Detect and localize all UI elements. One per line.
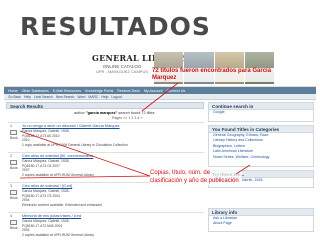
tool-nav: Go Back Help Limit Search New Search Wor… <box>4 94 316 100</box>
tool-new-search[interactable]: New Search <box>56 95 74 99</box>
record-year: 2004 <box>22 228 30 232</box>
logo-campus: UPR - MAYAGUEZ CAMPUS <box>95 69 149 74</box>
record-availability: Electronic content available. Extended a… <box>22 202 102 207</box>
record-author: García Márquez, Gabriel, 1928- <box>22 129 70 133</box>
categories-box: You Found Titles in Categories General G… <box>208 125 314 167</box>
record-availability: 2 copies available at UPR-RUM General Li… <box>22 172 94 177</box>
record-call-number: PQ8180.17.A73 A6 2010 <box>22 133 60 138</box>
tool-help-2[interactable]: Help <box>101 95 108 99</box>
book-icon <box>10 190 17 195</box>
record-title-link[interactable]: Memoria de mis putas tristes / a ed <box>22 214 81 218</box>
nav-item-reserve-desk[interactable]: Reserve Desk <box>117 89 140 93</box>
record-title-link[interactable]: Cien años de soledad (50. conmemorativa <box>22 154 93 158</box>
record-year: 2007 <box>22 168 30 172</box>
nav-item-e-resources[interactable]: E-Mail Resources <box>53 89 81 93</box>
tool-word[interactable]: Word <box>77 95 85 99</box>
nav-item-my-account[interactable]: My Account <box>144 89 163 93</box>
record-author: García Márquez, Gabriel, 1928- <box>22 159 70 163</box>
search-value: "garcia marquez" <box>85 111 118 115</box>
record-call-number: PQ8180.17.A73 C5 2004 <box>22 193 60 198</box>
category-link[interactable]: Nobel Series, Wolfsee, Criminology <box>209 155 313 160</box>
tool-help[interactable]: Help <box>24 95 31 99</box>
tool-limit-search[interactable]: Limit Search <box>34 95 53 99</box>
record-availability: 1 copy available at UPR-RUM General Libr… <box>22 142 128 147</box>
record-author: García Márquez, Gabriel, 1928- <box>22 219 70 223</box>
record-number: 4 <box>10 214 13 218</box>
record-author: García Márquez, Gabriel, 1928- <box>22 189 70 193</box>
nav-item-connect[interactable]: Connect Us <box>166 89 185 93</box>
slide-title: RESULTADOS <box>20 12 211 41</box>
record-call-number: PQ8180.17.A73 C5 2007 <box>22 163 60 168</box>
record-number: 3 <box>10 184 13 188</box>
result-record: 4 Book Memoria de mis putas tristes / a … <box>8 212 204 240</box>
tool-marc[interactable]: MARC <box>88 95 98 99</box>
continue-search-box: Continue search in Google <box>208 102 314 122</box>
nav-item-other-databases[interactable]: Other Databases <box>22 89 49 93</box>
about-page-link[interactable]: About Page <box>209 221 313 226</box>
annotation-results-count: 72 títulos fueron encontrados para Garcí… <box>152 68 278 82</box>
continue-search-heading: Continue search in <box>209 103 313 110</box>
tool-logout[interactable]: Logout <box>111 95 121 99</box>
annotation-record-fields: Copias, título, núm. de clasificación y … <box>150 170 242 185</box>
book-icon <box>10 220 17 225</box>
record-year: 2010 <box>22 138 30 142</box>
nav-item-home[interactable]: Home <box>8 89 18 93</box>
book-icon <box>10 160 17 165</box>
record-format: Book <box>10 166 18 170</box>
google-link[interactable]: Google <box>209 110 313 115</box>
nav-item-knowledge-portal[interactable]: Knowledge Portal <box>85 89 113 93</box>
search-prefix: author <box>74 111 85 115</box>
search-suffix: search found 72 titles <box>118 111 155 115</box>
categories-heading: You Found Titles in Categories <box>209 126 313 133</box>
record-availability: 2 copies available at UPR-RUM General Li… <box>22 232 94 237</box>
main-nav: Home Other Databases E-Mail Resources Kn… <box>4 87 316 94</box>
search-summary: author "garcia marquez" search found 72 … <box>74 111 154 115</box>
record-year: 2004 <box>22 198 30 202</box>
results-header-label: Search Results <box>10 103 44 109</box>
record-format: Book <box>10 136 18 140</box>
library-logo[interactable]: GENERAL LIBRARY ONLINE CATALOG UPR - MAY… <box>92 53 186 83</box>
book-icon <box>10 130 17 135</box>
record-format: Book <box>10 196 18 200</box>
record-call-number: PQ8180.17.A73 M46 2004 <box>22 223 63 228</box>
record-format: Book <box>10 226 18 230</box>
results-header: Search Results <box>6 102 204 109</box>
pager[interactable]: Pages >> 1 2 3 4 > <box>112 116 142 120</box>
result-record: 3 Book Cien años de soledad / [G.ed] Gar… <box>8 182 204 210</box>
record-title-link[interactable]: Yo no vengo a decir un discurso / Gabrie… <box>22 124 120 128</box>
result-record: 1 Book Yo no vengo a decir un discurso /… <box>8 122 204 150</box>
tool-go-back[interactable]: Go Back <box>8 95 21 99</box>
record-number: 2 <box>10 154 13 158</box>
logo-name: GENERAL LIBRARY <box>92 53 186 63</box>
record-number: 1 <box>10 124 13 128</box>
library-info-heading: Library info <box>209 209 313 216</box>
record-title-link[interactable]: Cien años de soledad / [G.ed] <box>22 184 72 188</box>
library-info-box: Library info Ask a Librarian About Page <box>208 208 314 232</box>
